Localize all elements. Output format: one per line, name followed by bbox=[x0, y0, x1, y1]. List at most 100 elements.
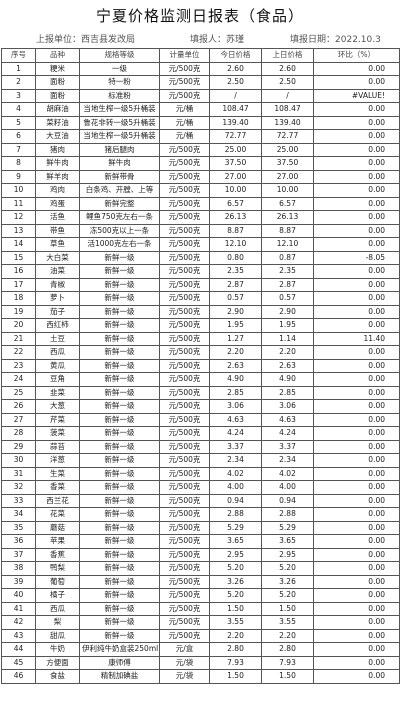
cell-change: 0.00 bbox=[313, 291, 400, 306]
cell-index: 14 bbox=[1, 237, 36, 252]
cell-spec: 新鲜一级 bbox=[79, 628, 160, 643]
cell-item: 鸡肉 bbox=[35, 183, 80, 198]
cell-unit: 元/500克 bbox=[159, 345, 210, 360]
table-row: 8 鲜牛肉 鲜牛肉 元/500克 37.50 37.50 0.00 bbox=[1, 156, 400, 171]
table-row: 18 萝卜 新鲜一级 元/500克 0.57 0.57 0.00 bbox=[1, 291, 400, 306]
cell-yesterday-price: 37.50 bbox=[261, 156, 314, 171]
cell-change: 0.00 bbox=[313, 196, 400, 211]
cell-spec: 一级 bbox=[79, 61, 160, 76]
cell-yesterday-price: 2.63 bbox=[261, 358, 314, 373]
cell-spec: 新鲜一级 bbox=[79, 574, 160, 589]
cell-item: 牛奶 bbox=[35, 642, 80, 657]
table-row: 9 鲜羊肉 新鲜带骨 元/500克 27.00 27.00 0.00 bbox=[1, 169, 400, 184]
cell-today-price: 3.37 bbox=[209, 439, 262, 454]
cell-change: 0.00 bbox=[313, 453, 400, 468]
cell-index: 4 bbox=[1, 102, 36, 117]
cell-item: 草鱼 bbox=[35, 237, 80, 252]
cell-change: 0.00 bbox=[313, 318, 400, 333]
cell-spec: 新鲜一级 bbox=[79, 345, 160, 360]
cell-item: 鸡蛋 bbox=[35, 196, 80, 211]
table-row: 34 花菜 新鲜一级 元/500克 2.88 2.88 0.00 bbox=[1, 507, 400, 522]
header-item: 品种 bbox=[35, 48, 80, 63]
cell-index: 33 bbox=[1, 493, 36, 508]
table-row: 25 韭菜 新鲜一级 元/500克 2.85 2.85 0.00 bbox=[1, 385, 400, 400]
cell-spec: 新鲜完整 bbox=[79, 196, 160, 211]
table-row: 24 豆角 新鲜一级 元/500克 4.90 4.90 0.00 bbox=[1, 372, 400, 387]
cell-unit: 元/500克 bbox=[159, 75, 210, 90]
cell-index: 11 bbox=[1, 196, 36, 211]
cell-unit: 元/500克 bbox=[159, 385, 210, 400]
cell-index: 27 bbox=[1, 412, 36, 427]
cell-today-price: 1.95 bbox=[209, 318, 262, 333]
cell-index: 13 bbox=[1, 223, 36, 238]
cell-today-price: 4.90 bbox=[209, 372, 262, 387]
table-row: 3 面粉 标准粉 元/500克 / / #VALUE! bbox=[1, 88, 400, 103]
cell-yesterday-price: 139.40 bbox=[261, 115, 314, 130]
cell-unit: 元/500克 bbox=[159, 61, 210, 76]
cell-unit: 元/500克 bbox=[159, 628, 210, 643]
cell-today-price: 6.57 bbox=[209, 196, 262, 211]
cell-yesterday-price: 3.55 bbox=[261, 615, 314, 630]
table-row: 30 洋葱 新鲜一级 元/500克 2.34 2.34 0.00 bbox=[1, 453, 400, 468]
cell-spec: 新鲜一级 bbox=[79, 277, 160, 292]
cell-unit: 元/500克 bbox=[159, 574, 210, 589]
cell-index: 3 bbox=[1, 88, 36, 103]
table-row: 29 蒜苔 新鲜一级 元/500克 3.37 3.37 0.00 bbox=[1, 439, 400, 454]
table-row: 42 梨新鲜一级 元/500克 3.55 3.55 0.00 bbox=[1, 615, 400, 630]
cell-today-price: 0.80 bbox=[209, 250, 262, 265]
cell-spec: 新鲜一级 bbox=[79, 453, 160, 468]
cell-spec: 新鲜一级 bbox=[79, 250, 160, 265]
cell-today-price: 4.00 bbox=[209, 480, 262, 495]
table-row: 16 油菜 新鲜一级 元/500克 2.35 2.35 0.00 bbox=[1, 264, 400, 279]
cell-yesterday-price: 7.93 bbox=[261, 655, 314, 670]
cell-item: 鸭梨 bbox=[35, 561, 80, 576]
cell-yesterday-price: 0.94 bbox=[261, 493, 314, 508]
cell-yesterday-price: 4.00 bbox=[261, 480, 314, 495]
cell-today-price: 2.63 bbox=[209, 358, 262, 373]
cell-change: 0.00 bbox=[313, 129, 400, 144]
cell-index: 8 bbox=[1, 156, 36, 171]
cell-yesterday-price: 3.65 bbox=[261, 534, 314, 549]
cell-today-price: 2.20 bbox=[209, 628, 262, 643]
cell-change: -8.05 bbox=[313, 250, 400, 265]
cell-unit: 元/500克 bbox=[159, 156, 210, 171]
cell-change: 0.00 bbox=[313, 534, 400, 549]
cell-unit: 元/500克 bbox=[159, 520, 210, 535]
report-sheet: 宁夏价格监测日报表（食品） 上报单位：西吉县发改局 填报人：苏瑾 填报日期：20… bbox=[0, 0, 400, 726]
cell-index: 21 bbox=[1, 331, 36, 346]
cell-change: 0.00 bbox=[313, 642, 400, 657]
table-row: 31 生菜 新鲜一级 元/500克 4.02 4.02 0.00 bbox=[1, 466, 400, 481]
cell-spec: 猪后腿肉 bbox=[79, 142, 160, 157]
cell-unit: 元/桶 bbox=[159, 129, 210, 144]
cell-item: 食盐 bbox=[35, 669, 80, 684]
cell-today-price: 1.50 bbox=[209, 601, 262, 616]
cell-spec: 新鲜一级 bbox=[79, 507, 160, 522]
cell-change: 0.00 bbox=[313, 493, 400, 508]
cell-unit: 元/500克 bbox=[159, 601, 210, 616]
cell-today-price: / bbox=[209, 88, 262, 103]
cell-spec: 伊利纯牛奶盒装250ml bbox=[79, 642, 160, 657]
cell-today-price: 3.65 bbox=[209, 534, 262, 549]
cell-index: 45 bbox=[1, 655, 36, 670]
cell-spec: 新鲜一级 bbox=[79, 615, 160, 630]
cell-index: 26 bbox=[1, 399, 36, 414]
cell-spec: 新鲜一级 bbox=[79, 399, 160, 414]
cell-yesterday-price: 2.95 bbox=[261, 547, 314, 562]
cell-index: 30 bbox=[1, 453, 36, 468]
cell-yesterday-price: 3.37 bbox=[261, 439, 314, 454]
cell-item: 豆角 bbox=[35, 372, 80, 387]
cell-item: 梨 bbox=[35, 615, 80, 630]
cell-yesterday-price: 2.34 bbox=[261, 453, 314, 468]
table-row: 10 鸡肉 白条鸡、开膛、上等 元/500克 10.00 10.00 0.00 bbox=[1, 183, 400, 198]
cell-spec: 新鲜一级 bbox=[79, 601, 160, 616]
cell-yesterday-price: 6.57 bbox=[261, 196, 314, 211]
table-row: 40 橘子 新鲜一级 元/500克 5.20 5.20 0.00 bbox=[1, 588, 400, 603]
cell-yesterday-price: 4.24 bbox=[261, 426, 314, 441]
cell-change: 0.00 bbox=[313, 156, 400, 171]
cell-unit: 元/500克 bbox=[159, 493, 210, 508]
cell-index: 6 bbox=[1, 129, 36, 144]
cell-index: 20 bbox=[1, 318, 36, 333]
cell-item: 萝卜 bbox=[35, 291, 80, 306]
cell-unit: 元/500克 bbox=[159, 358, 210, 373]
cell-yesterday-price: 2.85 bbox=[261, 385, 314, 400]
